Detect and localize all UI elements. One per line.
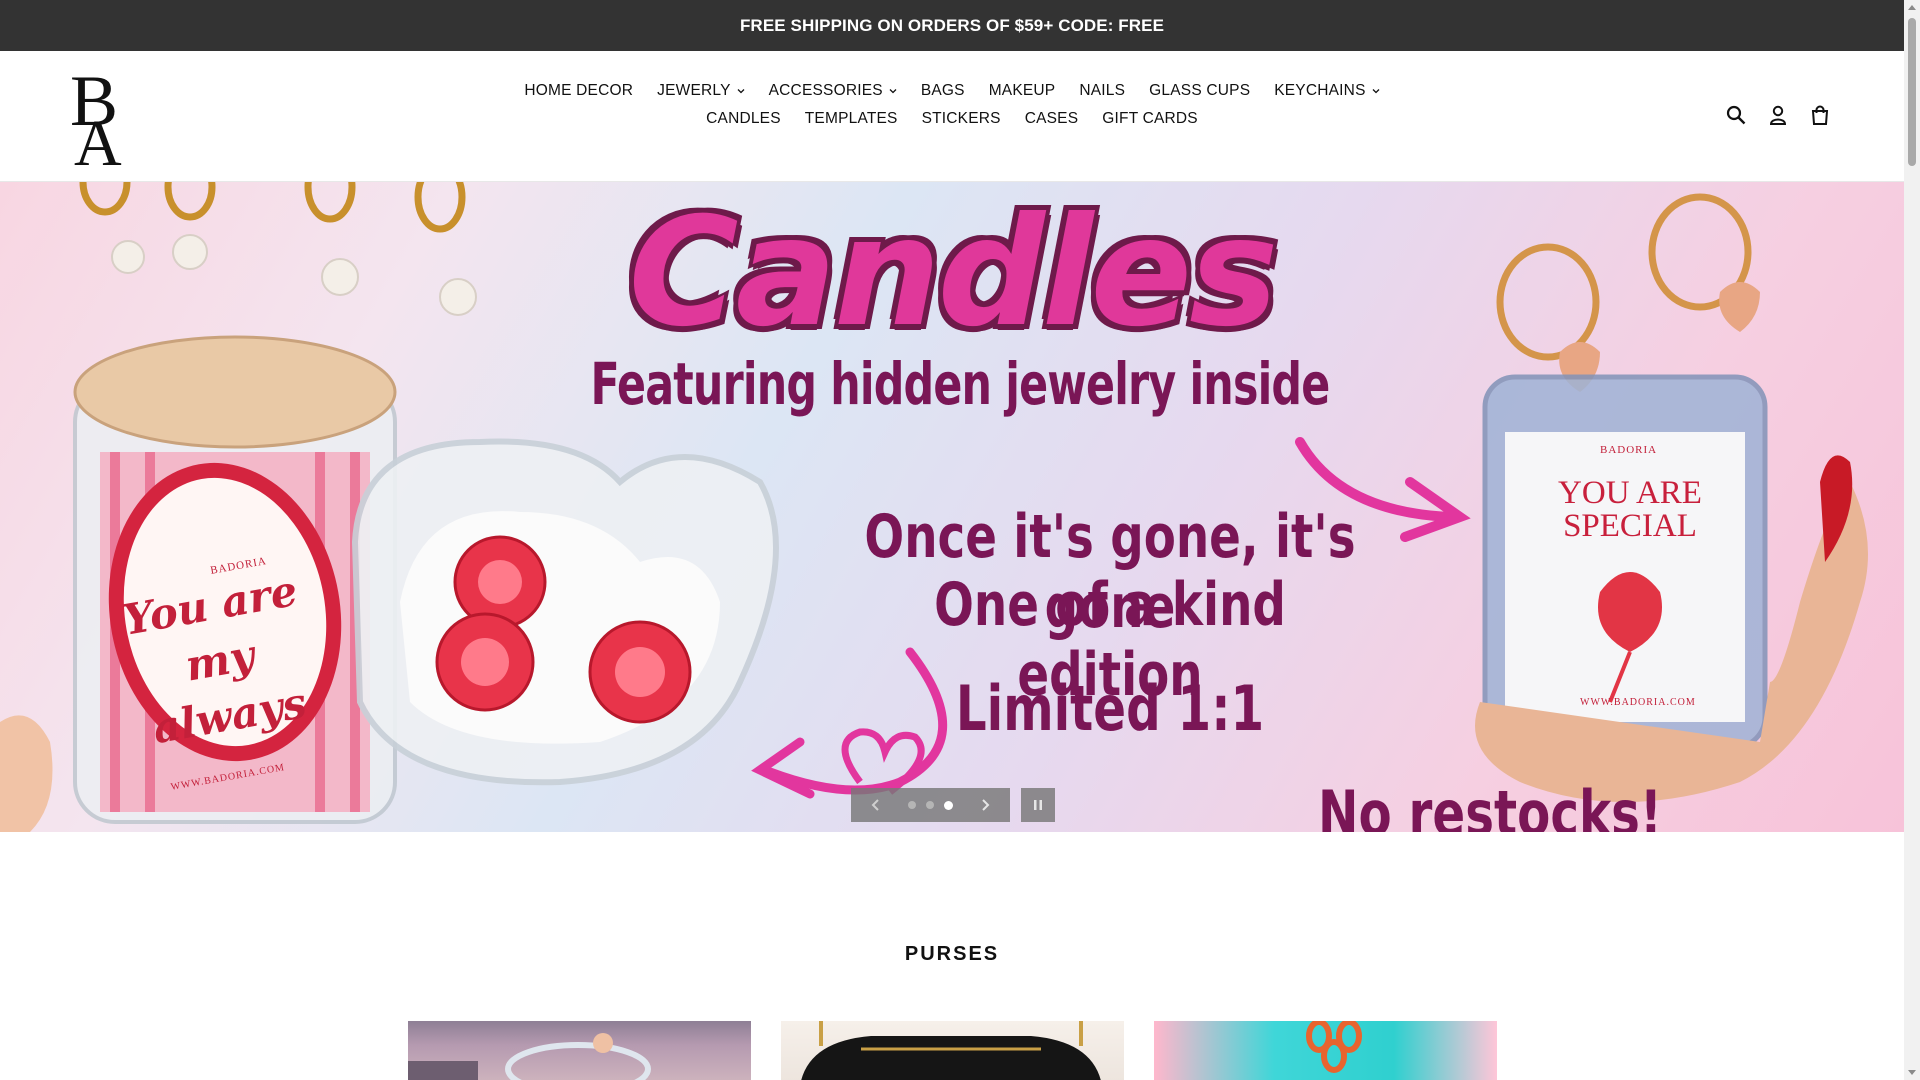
page: FREE SHIPPING ON ORDERS OF $59+ CODE: FR… — [0, 0, 1920, 1080]
nav-item-label: TEMPLATES — [804, 110, 898, 127]
nav-item-label: NAILS — [1079, 82, 1126, 99]
nav-item-label: KEYCHAINS — [1274, 82, 1366, 99]
slide-dot-1[interactable] — [908, 801, 916, 809]
nav-item-accessories[interactable]: ACCESSORIES — [757, 79, 909, 102]
chevron-left-icon[interactable] — [869, 798, 883, 812]
nav-item-gift-cards[interactable]: GIFT CARDS — [1090, 107, 1210, 130]
announcement-text: FREE SHIPPING ON ORDERS OF $59+ CODE: FR… — [739, 15, 1165, 35]
jar-right-brand: BADORIA — [1600, 444, 1658, 456]
scroll-up-arrow[interactable] — [1908, 5, 1916, 10]
chevron-down-icon — [737, 88, 745, 93]
nav-item-label: GIFT CARDS — [1102, 110, 1198, 127]
nav-item-bags[interactable]: BAGS — [909, 79, 977, 102]
candle-jar-right — [1482, 374, 1768, 750]
announcement-bar: FREE SHIPPING ON ORDERS OF $59+ CODE: FR… — [0, 0, 1904, 51]
heart-candle-dish — [351, 438, 779, 786]
section-title: PURSES — [904, 943, 1000, 965]
nav-item-glass-cups[interactable]: GLASS CUPS — [1137, 79, 1262, 102]
nav-item-keychains[interactable]: KEYCHAINS — [1262, 79, 1391, 102]
slideshow-controls — [851, 788, 1055, 822]
nav-item-label: STICKERS — [921, 110, 1001, 127]
nav-item-stickers[interactable]: STICKERS — [910, 107, 1013, 130]
jar-right-footer: WWW.BADORIA.COM — [1580, 697, 1696, 708]
scroll-thumb[interactable] — [1908, 18, 1916, 166]
hero-subtitle: Featuring hidden jewelry inside — [590, 350, 1331, 418]
product-image — [408, 1033, 651, 1080]
nav-item-jewerly[interactable]: JEWERLY — [645, 79, 756, 102]
product-card[interactable] — [781, 1021, 1124, 1080]
product-image — [1306, 1021, 1362, 1073]
nav-item-label: CANDLES — [706, 110, 781, 127]
nav-item-templates[interactable]: TEMPLATES — [793, 107, 910, 130]
product-grid — [408, 1021, 1497, 1080]
chevron-down-icon — [1372, 88, 1380, 93]
slideshow-nav — [851, 788, 1010, 822]
header-icons — [1724, 103, 1832, 127]
scrollbar[interactable] — [1904, 0, 1920, 1080]
nav-row-2: CANDLES TEMPLATES STICKERS CASES GIFT CARDS — [694, 107, 1210, 130]
nav-item-makeup[interactable]: MAKEUP — [977, 79, 1068, 102]
product-card[interactable] — [408, 1021, 751, 1080]
slide-dot-2[interactable] — [926, 801, 934, 809]
account-icon[interactable] — [1766, 103, 1790, 127]
chevron-down-icon — [889, 88, 897, 93]
nav-item-label: HOME DECOR — [524, 82, 634, 99]
hero-line-3: Limited 1:1 — [955, 672, 1265, 745]
nav-item-label: BAGS — [920, 82, 965, 99]
search-icon[interactable] — [1724, 103, 1748, 127]
hero-title: Candles — [628, 186, 1279, 360]
hero-slideshow[interactable]: Candles Featuring hidden jewelry inside … — [0, 182, 1904, 832]
nav-row-1: HOME DECOR JEWERLY ACCESSORIES BAGS MAKEUP NA… — [512, 79, 1391, 102]
slide-dots — [908, 800, 953, 810]
nav-item-cases[interactable]: CASES — [1013, 107, 1091, 130]
nav-item-home-decor[interactable]: HOME DECOR — [512, 79, 645, 102]
hero-line-4: No restocks! — [1318, 777, 1662, 832]
nav-item-label: GLASS CUPS — [1149, 82, 1251, 99]
product-image — [801, 1021, 1101, 1080]
main-nav: HOME DECOR JEWERLY ACCESSORIES BAGS MAKEUP NA… — [0, 79, 1904, 130]
pause-icon — [1034, 800, 1042, 810]
pause-button[interactable] — [1021, 788, 1055, 822]
nav-item-label: CASES — [1024, 110, 1079, 127]
nav-item-label: ACCESSORIES — [768, 82, 883, 99]
nav-item-nails[interactable]: NAILS — [1067, 79, 1137, 102]
chevron-right-icon[interactable] — [978, 798, 992, 812]
site-header: B A HOME DECOR JEWERLY ACCESSORIES BAGS MAKE… — [0, 51, 1904, 182]
nav-item-candles[interactable]: CANDLES — [694, 107, 793, 130]
product-card[interactable] — [1154, 1021, 1497, 1080]
nav-item-label: JEWERLY — [657, 82, 731, 99]
cart-icon[interactable] — [1808, 103, 1832, 127]
nav-item-label: MAKEUP — [988, 82, 1056, 99]
scroll-down-arrow[interactable] — [1908, 1070, 1916, 1075]
slide-dot-3[interactable] — [944, 800, 953, 810]
jar-right-label: YOU ARE SPECIAL — [1558, 475, 1702, 544]
